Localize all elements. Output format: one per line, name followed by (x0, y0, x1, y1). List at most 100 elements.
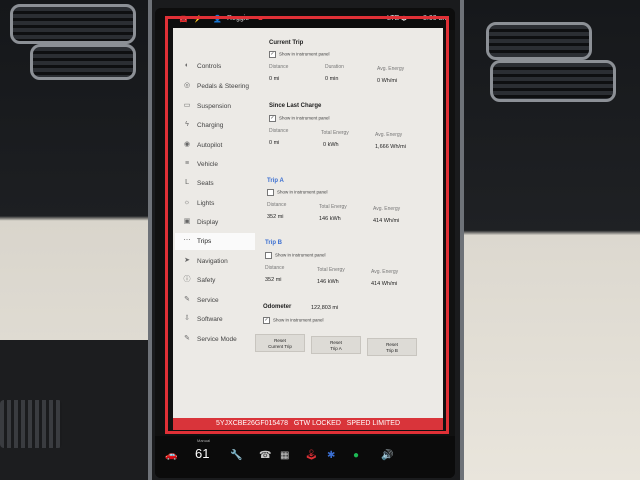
sidebar-item-autopilot[interactable]: ◉ Autopilot (175, 137, 255, 154)
wrench-icon: ✎ (184, 296, 190, 303)
trip-a-avg-value: 414 Wh/mi (373, 218, 400, 224)
apps-icon[interactable]: ▦ (280, 450, 289, 461)
air-vent-left-top (10, 4, 136, 44)
trip-b-avg-label: Avg. Energy (371, 269, 399, 275)
sidebar-item-vehicle[interactable]: ≡ Vehicle (175, 156, 255, 173)
sidebar-item-label: Trips (197, 238, 212, 245)
checkbox-unchecked-icon (265, 252, 272, 259)
charge-avg-label: Avg. Energy (375, 132, 403, 138)
current-distance-label: Distance (269, 64, 289, 70)
sidebar-item-label: Navigation (197, 258, 228, 265)
sidebar-item-label: Controls (197, 63, 222, 70)
volume-icon[interactable]: 🔊 (381, 450, 393, 461)
trip-a-distance-label: Distance (267, 202, 287, 208)
sidebar-item-navigation[interactable]: ➤ Navigation (175, 253, 255, 270)
phone-icon[interactable]: ☎ (259, 450, 271, 461)
trip-a-energy-value: 146 kWh (319, 216, 341, 222)
checkbox-current-trip[interactable]: ✓ Show in instrument panel (269, 51, 330, 58)
checkbox-label: Show in instrument panel (277, 189, 328, 195)
spotify-icon[interactable]: ● (353, 450, 359, 461)
checkbox-unchecked-icon (267, 189, 274, 196)
joystick-icon[interactable]: 🕹 (305, 450, 318, 461)
autopilot-icon: ◉ (183, 141, 191, 148)
trip-b-distance-value: 352 mi (265, 277, 282, 283)
charge-distance-value: 0 mi (269, 140, 280, 146)
checkbox-last-charge[interactable]: ✓ Show in instrument panel (269, 115, 330, 122)
sidebar-item-label: Suspension (197, 103, 231, 110)
odometer-label: Odometer (263, 304, 292, 310)
steering-icon: ◎ (183, 82, 191, 89)
checkbox-checked-icon: ✓ (269, 51, 276, 58)
charge-energy-label: Total Energy (321, 130, 349, 136)
display-icon: ▣ (183, 218, 191, 225)
sidebar-item-charging[interactable]: ϟ Charging (175, 117, 255, 134)
reset-trip-b-button[interactable]: Reset Trip B (367, 338, 417, 356)
sidebar-item-software[interactable]: ⇩ Software (175, 311, 255, 328)
pedal (0, 400, 62, 448)
touchscreen: 🚘 ⚡ 👤 Reggie ▲ LTE ✱ 8:00 am ◐ Controls … (155, 8, 455, 478)
trip-b-distance-label: Distance (265, 265, 285, 271)
temperature-value[interactable]: 61 (195, 446, 209, 461)
sidebar-item-pedals-steering[interactable]: ◎ Pedals & Steering (175, 78, 255, 95)
gtw-lock-text: GTW LOCKED (293, 420, 341, 427)
vin-status-banner: 5YJXCBE26GF015478 GTW LOCKED SPEED LIMIT… (173, 418, 443, 430)
button-label: Trip B (386, 348, 398, 353)
download-icon: ⇩ (184, 315, 190, 322)
trip-b-energy-value: 146 kWh (317, 279, 339, 285)
car-icon: ▭ (183, 102, 191, 109)
sidebar-item-trips[interactable]: ⋯ Trips (175, 233, 255, 250)
trip-b-energy-label: Total Energy (317, 267, 345, 273)
section-title-last-charge: Since Last Charge (269, 103, 322, 109)
car-icon[interactable]: 🚗 (165, 450, 177, 461)
bluetooth-icon[interactable]: ✱ (327, 450, 335, 461)
reset-current-trip-button[interactable]: Reset Current Trip (255, 334, 305, 352)
sidebar-item-controls[interactable]: ◐ Controls (175, 58, 255, 75)
air-vent-left-bottom (30, 44, 136, 80)
checkbox-odometer[interactable]: ✓ Show in instrument panel (263, 317, 324, 324)
trip-a-avg-label: Avg. Energy (373, 206, 401, 212)
sidebar-item-label: Vehicle (197, 161, 218, 168)
sidebar-item-label: Pedals & Steering (197, 83, 250, 90)
sidebar-item-label: Autopilot (197, 142, 223, 149)
sidebar-item-service-mode[interactable]: ✎ Service Mode (175, 331, 255, 348)
sidebar-item-label: Software (197, 316, 223, 323)
section-title-trip-b: Trip B (265, 240, 283, 246)
sidebar-item-lights[interactable]: ☼ Lights (175, 195, 255, 212)
section-title-trip-a: Trip A (267, 178, 284, 184)
reset-trip-a-button[interactable]: Reset Trip A (311, 336, 361, 354)
sliders-icon: ≡ (184, 160, 190, 167)
checkbox-trip-a[interactable]: Show in instrument panel (267, 189, 328, 196)
trip-a-energy-label: Total Energy (319, 204, 347, 210)
wrench-icon: ✎ (184, 335, 190, 342)
sidebar-item-label: Service (197, 297, 219, 304)
bottom-control-bar: 🚗 Manual 61 🔧 ☎ ▦ 🕹 ✱ ● 🔊 (155, 436, 455, 478)
trips-content: Current Trip ✓ Show in instrument panel D… (255, 28, 441, 425)
seat-icon: ꓡ (185, 179, 189, 186)
section-title-current-trip: Current Trip (269, 40, 304, 46)
checkbox-checked-icon: ✓ (263, 317, 270, 324)
sidebar-item-service[interactable]: ✎ Service (175, 292, 255, 309)
toggle-icon: ◐ (184, 62, 190, 69)
sidebar-item-suspension[interactable]: ▭ Suspension (175, 98, 255, 115)
charge-avg-value: 1,666 Wh/mi (375, 144, 406, 150)
current-avg-value: 0 Wh/mi (377, 78, 398, 84)
sidebar-item-display[interactable]: ▣ Display (175, 214, 255, 231)
navigation-icon: ➤ (184, 257, 190, 264)
current-duration-label: Duration (325, 64, 344, 70)
vin-text: 5YJXCBE26GF015478 (215, 420, 288, 427)
sidebar-item-safety[interactable]: ⓘ Safety (175, 272, 255, 289)
speed-limited-text: SPEED LIMITED (346, 420, 401, 427)
sidebar-item-seats[interactable]: ꓡ Seats (175, 175, 255, 192)
bolt-icon: ϟ (185, 121, 189, 128)
air-vent-right-bottom (490, 60, 616, 102)
settings-sidebar: ◐ Controls ◎ Pedals & Steering ▭ Suspens… (173, 28, 255, 425)
odometer-value: 122,803 mi (311, 305, 339, 311)
current-avg-label: Avg. Energy (377, 66, 405, 72)
trip-b-avg-value: 414 Wh/mi (371, 281, 398, 287)
button-label: Current Trip (268, 344, 292, 349)
air-vent-right-top (486, 22, 592, 60)
sidebar-item-label: Safety (197, 277, 216, 284)
wrench-icon[interactable]: 🔧 (230, 450, 242, 461)
checkbox-trip-b[interactable]: Show in instrument panel (265, 252, 326, 259)
checkbox-checked-icon: ✓ (269, 115, 276, 122)
